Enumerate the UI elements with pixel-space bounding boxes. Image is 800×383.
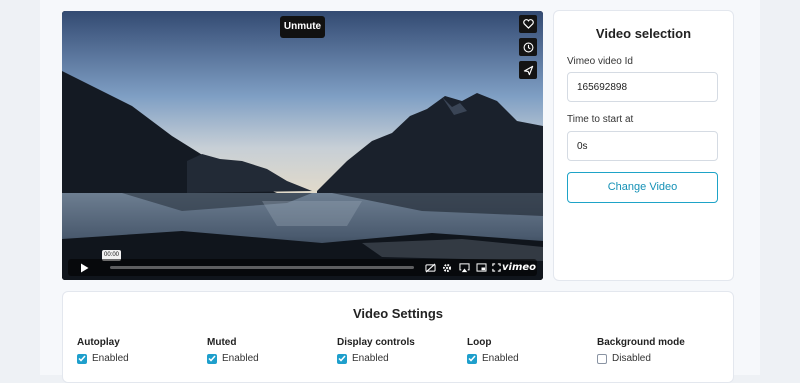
settings-button[interactable]: [440, 259, 454, 276]
setting-label: Loop: [467, 337, 492, 348]
change-video-button[interactable]: Change Video: [567, 172, 718, 203]
video-settings-card: Video Settings Autoplay Enabled Muted En…: [62, 291, 734, 383]
captions-off-icon: [424, 263, 436, 272]
vimeo-logo[interactable]: vimeo: [502, 259, 536, 276]
checkbox-state: Enabled: [352, 353, 389, 364]
checkbox-state: Enabled: [92, 353, 129, 364]
fullscreen-icon: [491, 263, 501, 272]
setting-label: Muted: [207, 337, 237, 348]
send-icon: [523, 65, 533, 75]
video-selection-title: Video selection: [595, 26, 692, 41]
play-icon: [80, 263, 88, 272]
captions-button[interactable]: [423, 259, 437, 276]
setting-label: Display controls: [337, 337, 415, 348]
start-time-input[interactable]: 0s: [567, 131, 718, 161]
checkbox-checked-icon: [77, 353, 87, 364]
watch-later-button[interactable]: [519, 38, 537, 56]
autoplay-checkbox[interactable]: Enabled: [77, 353, 129, 364]
muted-checkbox[interactable]: Enabled: [207, 353, 259, 364]
setting-display-controls: Display controls Enabled: [337, 337, 415, 364]
airplay-icon: [458, 262, 470, 272]
setting-label: Background mode: [597, 337, 685, 348]
setting-autoplay: Autoplay Enabled: [77, 337, 129, 364]
video-frame: [62, 11, 543, 280]
airplay-button[interactable]: [457, 259, 471, 276]
checkbox-checked-icon: [207, 353, 217, 364]
unmute-button[interactable]: Unmute: [280, 16, 325, 38]
pip-icon: [476, 263, 486, 272]
checkbox-state: Enabled: [222, 353, 259, 364]
video-id-label: Vimeo video Id: [567, 56, 633, 67]
background-mode-checkbox[interactable]: Disabled: [597, 353, 651, 364]
player-controls: vimeo: [68, 259, 537, 276]
setting-background-mode: Background mode Disabled: [597, 337, 685, 364]
progress-bar[interactable]: [110, 266, 414, 269]
setting-muted: Muted Enabled: [207, 337, 259, 364]
fullscreen-button[interactable]: [490, 259, 502, 276]
checkbox-checked-icon: [467, 353, 477, 364]
start-time-label: Time to start at: [567, 114, 634, 125]
loop-checkbox[interactable]: Enabled: [467, 353, 519, 364]
checkbox-checked-icon: [337, 353, 347, 364]
gear-icon: [443, 263, 451, 272]
checkbox-state: Disabled: [612, 353, 651, 364]
setting-loop: Loop Enabled: [467, 337, 519, 364]
like-button[interactable]: [519, 15, 537, 33]
video-settings-title: Video Settings: [352, 306, 444, 321]
share-button[interactable]: [519, 61, 537, 79]
video-id-input[interactable]: 165692898: [567, 72, 718, 102]
checkbox-unchecked-icon: [597, 353, 607, 364]
heart-icon: [522, 19, 534, 29]
clock-icon: [523, 42, 533, 52]
setting-label: Autoplay: [77, 337, 120, 348]
play-button[interactable]: [76, 259, 92, 276]
checkbox-state: Enabled: [482, 353, 519, 364]
pip-button[interactable]: [474, 259, 488, 276]
video-player[interactable]: Unmute 00:00 vimeo: [62, 11, 543, 280]
video-selection-card: Video selection Vimeo video Id 165692898…: [553, 10, 734, 281]
display-controls-checkbox[interactable]: Enabled: [337, 353, 389, 364]
